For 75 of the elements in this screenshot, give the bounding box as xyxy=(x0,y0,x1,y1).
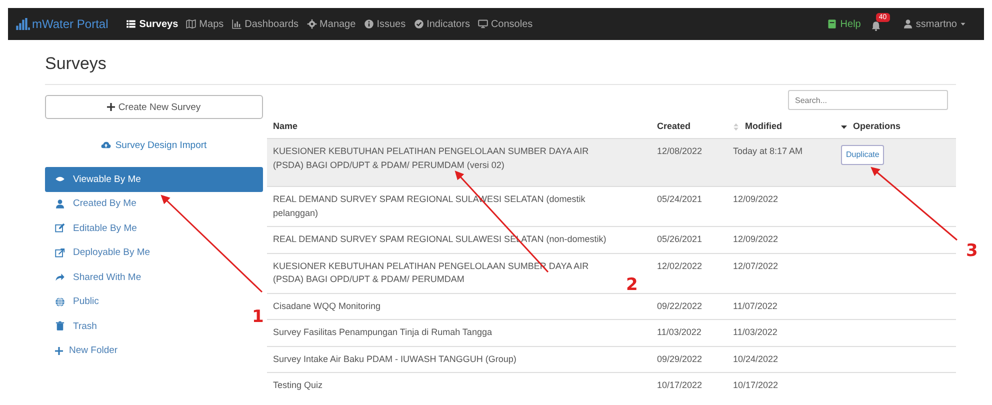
info-icon xyxy=(364,19,374,29)
annotation-number: 1 xyxy=(252,307,264,327)
nav-tab[interactable]: Dashboards xyxy=(232,18,299,30)
map-icon xyxy=(186,19,196,29)
folder-item[interactable]: Deployable By Me xyxy=(45,240,160,265)
page-title: Surveys xyxy=(45,54,956,85)
column-header[interactable]: Name xyxy=(273,121,298,131)
brand-name[interactable]: mWater Portal xyxy=(32,17,108,31)
help-link[interactable]: Help xyxy=(827,18,861,30)
user-icon xyxy=(902,19,913,29)
edit-icon xyxy=(55,223,65,234)
created-date: 12/02/2022 xyxy=(657,260,702,270)
created-date: 09/29/2022 xyxy=(657,354,702,364)
table-row[interactable]: Cisadane WQQ Monitoring 09/22/2022 11/07/2022 xyxy=(267,293,956,320)
new-folder-link[interactable]: New Folder xyxy=(45,338,128,363)
nav-tab[interactable]: Issues xyxy=(364,18,406,30)
created-date: 09/22/2022 xyxy=(657,300,702,310)
survey-name[interactable]: Survey Intake Air Baku PDAM - IUWASH TANGGUH (Group) xyxy=(273,352,516,366)
trash-icon xyxy=(55,321,65,332)
export-icon xyxy=(55,248,65,258)
monitor-icon xyxy=(478,19,488,29)
created-date: 05/24/2021 xyxy=(657,194,702,204)
sort-descending-icon[interactable] xyxy=(841,122,847,131)
column-header[interactable]: Operations xyxy=(853,121,901,131)
book-icon xyxy=(827,19,838,29)
folder-item[interactable]: Viewable By Me xyxy=(45,167,263,192)
modified-date: 11/07/2022 xyxy=(733,300,778,310)
plus-icon xyxy=(55,346,63,355)
nav-tab[interactable]: Consoles xyxy=(478,18,533,30)
list-icon xyxy=(126,19,136,29)
modified-date: 11/03/2022 xyxy=(733,327,778,337)
column-header[interactable]: Modified xyxy=(745,121,782,131)
share-icon xyxy=(55,272,65,282)
nav-tab[interactable]: Manage xyxy=(306,18,356,30)
survey-name[interactable]: Survey Fasilitas Penampungan Tinja di Rumah Tangga xyxy=(273,326,492,340)
nav-tab[interactable]: Maps xyxy=(186,18,224,30)
modified-date: 12/07/2022 xyxy=(733,260,778,270)
created-date: 05/26/2021 xyxy=(657,234,702,244)
table-row[interactable]: Survey Intake Air Baku PDAM - IUWASH TANGGUH (Group) 09/29/2022 10/24/2022 xyxy=(267,346,956,372)
survey-name[interactable]: Testing Quiz xyxy=(273,379,323,392)
search-field[interactable]: Search... xyxy=(788,90,948,110)
modified-date: Today at 8:17 AM xyxy=(733,146,803,156)
created-date: 11/03/2022 xyxy=(657,327,702,337)
import-link[interactable]: Survey Design Import xyxy=(45,135,263,155)
plus-icon xyxy=(107,103,116,111)
table-row[interactable]: Testing Quiz 10/17/2022 10/17/2022 xyxy=(267,372,956,398)
cloud-upload-icon xyxy=(101,140,112,150)
column-header[interactable]: Created xyxy=(657,121,691,131)
bar-chart-logo-icon xyxy=(16,18,30,30)
create-survey-button[interactable]: Create New Survey xyxy=(45,95,263,119)
user-icon xyxy=(55,198,65,209)
created-date: 12/08/2022 xyxy=(657,146,702,156)
annotation-number: 3 xyxy=(966,241,978,261)
caret-icon xyxy=(960,21,966,27)
annotation-number: 2 xyxy=(626,275,638,295)
table-row[interactable]: Survey Fasilitas Penampungan Tinja di Rumah Tangga 11/03/2022 11/03/2022 xyxy=(267,320,956,346)
modified-date: 12/09/2022 xyxy=(733,194,778,204)
folder-item[interactable]: Public xyxy=(45,290,109,314)
folder-item[interactable]: Editable By Me xyxy=(45,216,147,240)
modified-date: 12/09/2022 xyxy=(733,234,778,244)
folder-item[interactable]: Shared With Me xyxy=(45,265,152,290)
bar-chart-icon xyxy=(232,19,242,29)
nav-tab[interactable]: Indicators xyxy=(414,18,470,30)
globe-icon xyxy=(55,296,65,307)
survey-name[interactable]: Cisadane WQQ Monitoring xyxy=(273,300,381,313)
nav-tab[interactable]: Surveys xyxy=(126,18,178,30)
folder-item[interactable]: Trash xyxy=(45,314,107,338)
folder-item[interactable]: Created By Me xyxy=(45,192,146,216)
created-date: 10/17/2022 xyxy=(657,380,702,390)
duplicate-button[interactable]: Duplicate xyxy=(841,145,884,165)
check-circle-icon xyxy=(414,19,424,29)
modified-date: 10/24/2022 xyxy=(733,354,778,364)
modified-date: 10/17/2022 xyxy=(733,380,778,390)
bell-icon[interactable] xyxy=(870,21,881,31)
user-menu[interactable]: ssmartno xyxy=(902,18,966,30)
